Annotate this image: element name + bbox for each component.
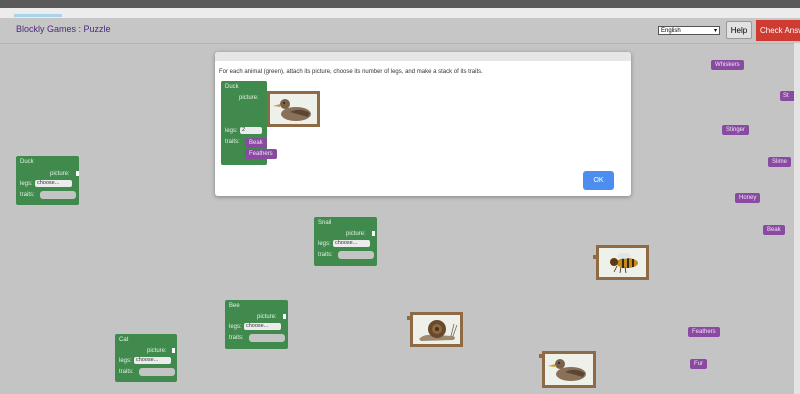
legs-dropdown[interactable]: choose... (333, 240, 370, 247)
legs-dropdown[interactable]: choose... (244, 323, 281, 330)
traits-slot[interactable] (139, 368, 175, 376)
trait-block-whiskers[interactable]: Whiskers (711, 60, 744, 70)
picture-label: picture: (257, 314, 277, 320)
app-title: Blockly Games : Puzzle (16, 24, 111, 34)
check-answers-button[interactable]: Check Answers (756, 20, 800, 41)
example-picture-label: picture: (239, 95, 259, 101)
legs-dropdown[interactable]: choose... (35, 180, 72, 187)
example-traits-label: traits: (225, 139, 240, 145)
animal-block-duck[interactable]: Duck picture: legs: choose... traits: (16, 156, 79, 205)
picture-connector (407, 316, 411, 320)
example-animal-name: Duck (225, 84, 239, 90)
picture-socket[interactable] (372, 231, 375, 236)
traits-label: traits: (318, 252, 333, 258)
picture-label: picture: (346, 231, 366, 237)
dropdown-arrow-icon: ▾ (713, 28, 717, 34)
traits-slot[interactable] (249, 334, 285, 342)
example-legs-label: legs: (225, 128, 238, 134)
picture-socket[interactable] (172, 348, 175, 353)
trait-block-slime[interactable]: Slime (768, 157, 792, 167)
instructions-dialog: For each animal (green), attach its pict… (215, 52, 631, 196)
picture-label: picture: (147, 348, 167, 354)
example-trait-feathers: Feathers (245, 149, 277, 159)
trait-block-stinger[interactable]: Stinger (722, 125, 750, 135)
picture-connector (539, 354, 543, 358)
picture-socket[interactable] (76, 171, 79, 176)
help-button[interactable]: Help (726, 21, 752, 39)
animal-name: Bee (229, 303, 240, 309)
trait-block-beak[interactable]: Beak (763, 225, 785, 235)
animal-name: Cat (119, 337, 129, 343)
browser-top-bar (0, 0, 800, 8)
picture-connector (593, 255, 597, 259)
example-trait-beak: Beak (245, 138, 267, 148)
trait-block-fur[interactable]: Fur (690, 359, 707, 369)
picture-block-snail[interactable] (407, 312, 463, 347)
legs-label: legs: (229, 324, 242, 330)
browser-tab-strip (0, 8, 800, 18)
animal-block-bee[interactable]: Bee picture: legs: choose... traits: (225, 300, 288, 349)
picture-block-bee[interactable] (593, 245, 649, 280)
legs-dropdown[interactable]: choose... (134, 357, 171, 364)
trait-block-feathers[interactable]: Feathers (688, 327, 720, 337)
animal-name: Snail (318, 220, 332, 226)
picture-socket[interactable] (283, 314, 286, 319)
traits-label: traits: (229, 335, 244, 341)
animal-block-snail[interactable]: Snail picture: legs: choose... traits: (314, 217, 377, 266)
active-tab-indicator (14, 14, 62, 17)
example-duck-picture-block (267, 91, 320, 127)
traits-slot[interactable] (338, 251, 374, 259)
picture-label: picture: (50, 171, 70, 177)
snail-picture (413, 315, 460, 344)
traits-label: traits: (119, 369, 134, 375)
legs-label: legs: (318, 241, 331, 247)
language-select[interactable]: English ▾ (658, 26, 720, 35)
vertical-scrollbar[interactable] (794, 43, 800, 394)
dialog-instructions: For each animal (green), attach its pict… (219, 69, 483, 75)
traits-slot[interactable] (40, 191, 76, 199)
example-duck-picture (270, 94, 317, 124)
bee-picture (599, 248, 646, 277)
traits-label: traits: (20, 192, 35, 198)
ok-button[interactable]: OK (583, 171, 614, 190)
dialog-title-bar (215, 52, 631, 61)
duck-picture (545, 354, 593, 385)
legs-label: legs: (119, 358, 132, 364)
trait-block-honey[interactable]: Honey (735, 193, 761, 203)
legs-label: legs: (20, 181, 33, 187)
animal-block-cat[interactable]: Cat picture: legs: choose... traits: (115, 334, 177, 382)
example-legs-dropdown: 2 (240, 127, 262, 134)
language-value: English (661, 28, 681, 34)
animal-name: Duck (20, 159, 34, 165)
picture-block-duck[interactable] (539, 351, 596, 388)
